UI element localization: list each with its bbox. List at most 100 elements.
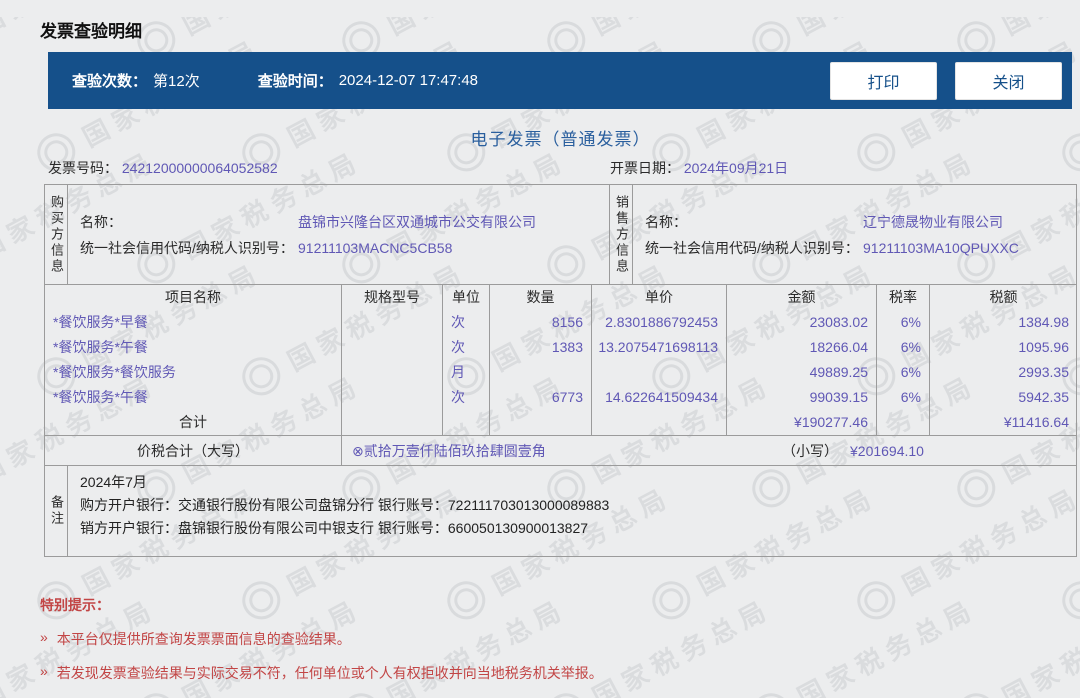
sum-small-label: （小写） [782,443,838,459]
item-qty: 8156 [489,310,591,335]
check-count: 查验次数： 第12次 [72,70,200,91]
col-header-tax: 税额 [929,285,1077,310]
item-name: *餐饮服务*早餐 [53,314,148,330]
item-amount: 23083.02 [726,310,876,335]
item-rate: 6% [876,385,929,410]
invoice-meta: 发票号码： 24212000000064052582 开票日期： 2024年09… [44,158,1077,180]
item-unit: 次 [442,310,489,335]
invoice-number-value: 24212000000064052582 [121,160,278,176]
item-amount: 99039.15 [726,385,876,410]
buyer-taxid-value: 91211103MACNC5CB58 [298,240,453,256]
check-count-value: 第12次 [153,73,200,90]
item-spec [341,310,442,335]
item-tax: 1095.96 [929,335,1077,360]
item-tax: 5942.35 [929,385,1077,410]
item-tax: 2993.35 [929,360,1077,385]
seller-taxid-label: 统一社会信用代码/纳税人识别号： [645,240,859,256]
notice-item-text: 若发现发票查验结果与实际交易不符，任何单位或个人有权拒收并向当地税务机关举报。 [56,665,603,681]
tax-emblem-icon [335,686,387,698]
buyer-name-label: 名称： [80,214,122,230]
party-section: 购买方信息 名称： 盘锦市兴隆台区双通城市公交有限公司 统一社会信用代码/纳税人… [45,185,1076,285]
bullet-icon: » [40,629,48,645]
seller-taxid-row: 统一社会信用代码/纳税人识别号： 91211103MA10QPUXXC [645,235,1076,261]
item-tax: 1384.98 [929,310,1077,335]
notice-item-text: 本平台仅提供所查询发票票面信息的查验结果。 [56,631,351,647]
item-qty [489,360,591,385]
col-header-price: 单价 [591,285,726,310]
seller-taxid-value: 91211103MA10QPUXXC [863,240,1019,256]
check-count-label: 查验次数： [72,73,148,90]
sum-row: 价税合计（大写） ⊗贰拾万壹仟陆佰玖拾肆圆壹角 （小写） ¥201694.10 [45,436,1076,466]
col-header-spec: 规格型号 [341,285,442,310]
item-spec [341,360,442,385]
sum-amount-figures: ¥201694.10 [850,443,924,459]
invoice-title: 电子发票（普通发票） [470,130,651,149]
seller-section: 销售方信息 名称： 辽宁德晟物业有限公司 统一社会信用代码/纳税人识别号： 91… [609,185,1076,284]
seller-content: 名称： 辽宁德晟物业有限公司 统一社会信用代码/纳税人识别号： 91211103… [632,185,1076,284]
bullet-icon: » [40,663,48,679]
buyer-section-label: 购买方信息 [49,194,64,275]
total-unit-empty [442,410,489,435]
seller-section-label: 销售方信息 [614,194,629,275]
total-tax: ¥11416.64 [929,410,1077,435]
item-name: *餐饮服务*午餐 [53,339,148,355]
buyer-name-value: 盘锦市兴隆台区双通城市公交有限公司 [298,214,536,230]
remarks-line: 2024年7月 [80,474,147,490]
item-unit: 次 [442,335,489,360]
total-qty-empty [489,410,591,435]
check-time: 查验时间： 2024-12-07 17:47:48 [258,70,478,91]
invoice-box: 购买方信息 名称： 盘锦市兴隆台区双通城市公交有限公司 统一社会信用代码/纳税人… [44,184,1077,557]
buyer-name-row: 名称： 盘锦市兴隆台区双通城市公交有限公司 [80,209,609,235]
invoice-date-value: 2024年09月21日 [683,160,789,176]
total-spec-empty [341,410,442,435]
item-qty: 1383 [489,335,591,360]
col-header-rate: 税率 [876,285,929,310]
remarks-line: 销方开户银行：盘锦银行股份有限公司中银支行 银行账号：6600501309000… [80,520,589,536]
special-notice: 特别提示： » 本平台仅提供所查询发票票面信息的查验结果。 » 若发现发票查验结… [40,595,1080,683]
remarks-section: 备注 2024年7月 购方开户银行：交通银行股份有限公司盘锦分行 银行账号：72… [45,466,1076,556]
print-button[interactable]: 打印 [830,61,937,100]
item-name: *餐饮服务*午餐 [53,389,148,405]
col-header-amount: 金额 [726,285,876,310]
sum-amount-words: ⊗贰拾万壹仟陆佰玖拾肆圆壹角 [352,443,546,459]
seller-name-row: 名称： 辽宁德晟物业有限公司 [645,209,1076,235]
item-name: *餐饮服务*餐饮服务 [53,364,176,380]
header-buttons: 打印 关闭 [830,61,1062,100]
item-price: 13.2075471698113 [591,335,726,360]
total-label: 合计 [179,414,207,430]
tax-emblem-icon [950,686,1002,698]
item-unit: 次 [442,385,489,410]
sum-label: 价税合计（大写） [137,443,249,459]
tax-emblem-icon [540,686,592,698]
close-button[interactable]: 关闭 [955,61,1062,100]
total-price-empty [591,410,726,435]
item-spec [341,385,442,410]
check-time-label: 查验时间： [257,73,333,90]
col-header-name: 项目名称 [165,289,221,305]
invoice-number-label: 发票号码： [48,160,118,176]
col-header-qty: 数量 [489,285,591,310]
buyer-section: 购买方信息 名称： 盘锦市兴隆台区双通城市公交有限公司 统一社会信用代码/纳税人… [45,185,609,284]
seller-name-label: 名称： [645,214,687,230]
item-spec [341,335,442,360]
tax-emblem-icon [130,686,182,698]
remarks-content: 2024年7月 购方开户银行：交通银行股份有限公司盘锦分行 银行账号：72211… [67,466,1076,556]
tax-emblem-icon [745,686,797,698]
item-price: 2.8301886792453 [591,310,726,335]
remarks-line: 购方开户银行：交通银行股份有限公司盘锦分行 银行账号：7221117030130… [80,497,610,513]
col-header-unit: 单位 [442,285,489,310]
total-amount: ¥190277.46 [726,410,876,435]
invoice-date: 开票日期： 2024年09月21日 [610,158,1077,180]
item-rate: 6% [876,360,929,385]
item-price: 14.622641509434 [591,385,726,410]
item-rate: 6% [876,335,929,360]
notice-item: » 若发现发票查验结果与实际交易不符，任何单位或个人有权拒收并向当地税务机关举报… [40,663,1080,683]
item-amount: 49889.25 [726,360,876,385]
notice-title: 特别提示： [40,597,110,613]
page-title: 发票查验明细 [40,22,142,41]
total-rate-empty [876,410,929,435]
buyer-taxid-label: 统一社会信用代码/纳税人识别号： [80,240,294,256]
buyer-content: 名称： 盘锦市兴隆台区双通城市公交有限公司 统一社会信用代码/纳税人识别号： 9… [67,185,609,284]
item-amount: 18266.04 [726,335,876,360]
item-rate: 6% [876,310,929,335]
